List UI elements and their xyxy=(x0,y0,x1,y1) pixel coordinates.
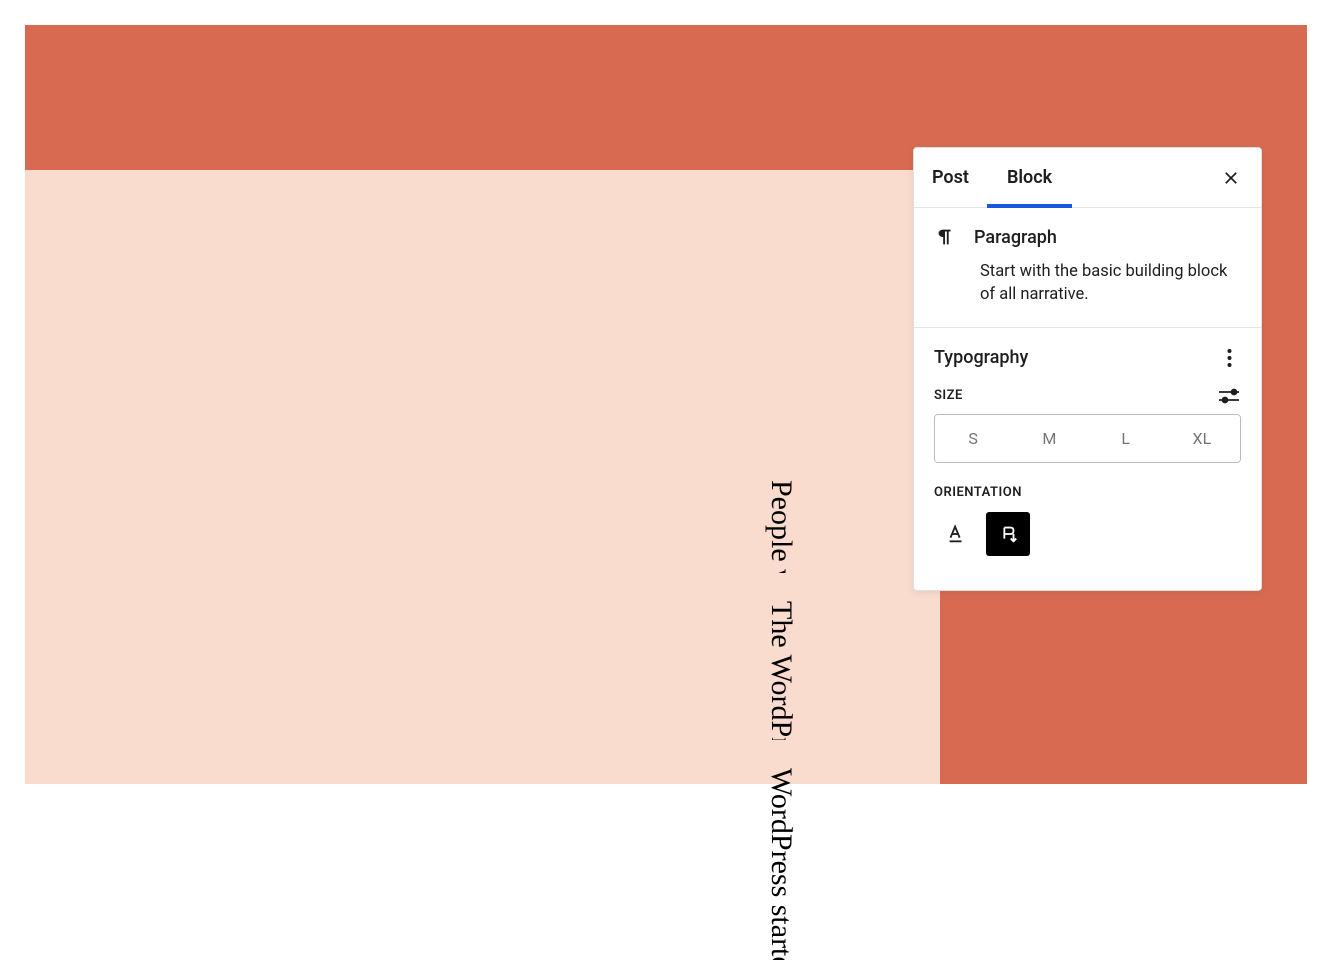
more-vertical-icon xyxy=(1227,349,1232,367)
size-m-button[interactable]: M xyxy=(1011,415,1087,462)
tab-label: Post xyxy=(932,167,969,188)
text-horizontal-icon xyxy=(945,523,967,545)
orientation-button-group xyxy=(934,512,1241,556)
settings-tabs: Post Block xyxy=(914,148,1261,208)
sliders-icon xyxy=(1217,388,1241,404)
paragraph-text[interactable]: People with a limited te customize it in… xyxy=(100,480,800,573)
size-l-button[interactable]: L xyxy=(1088,415,1164,462)
size-button-group: S M L XL xyxy=(934,414,1241,463)
tab-block[interactable]: Block xyxy=(987,148,1072,207)
orientation-label: ORIENTATION xyxy=(934,485,1241,500)
block-info-section: Paragraph Start with the basic building … xyxy=(914,208,1261,328)
typography-title: Typography xyxy=(934,347,1028,368)
typography-section: Typography SIZE xyxy=(914,328,1261,576)
typography-more-button[interactable] xyxy=(1217,346,1241,370)
size-label: SIZE xyxy=(934,388,963,403)
tab-label: Block xyxy=(1007,167,1052,188)
text-vertical-icon xyxy=(997,523,1019,545)
size-s-button[interactable]: S xyxy=(935,415,1011,462)
tab-post[interactable]: Post xyxy=(932,148,987,207)
orientation-horizontal-button[interactable] xyxy=(934,512,978,556)
size-header-row: SIZE xyxy=(934,388,1241,404)
editor-canvas-background: WordPress started in 20 for an elegant, … xyxy=(25,25,1307,784)
vertical-paragraph-block[interactable]: WordPress started in 20 for an elegant, … xyxy=(100,480,800,960)
paragraph-icon xyxy=(934,226,956,248)
block-description: Start with the basic building block of a… xyxy=(980,260,1241,307)
close-panel-button[interactable] xyxy=(1219,166,1243,190)
editor-content-area[interactable]: WordPress started in 20 for an elegant, … xyxy=(25,170,940,784)
close-icon xyxy=(1222,169,1240,187)
paragraph-text[interactable]: The WordPress open so enthusiastic devel… xyxy=(100,601,800,741)
typography-header: Typography xyxy=(934,346,1241,370)
block-settings-panel: Post Block Paragraph Start with the basi… xyxy=(913,147,1262,591)
size-xl-button[interactable]: XL xyxy=(1164,415,1240,462)
block-title: Paragraph xyxy=(974,227,1057,248)
paragraph-text[interactable]: WordPress started in 20 for an elegant, … xyxy=(100,768,800,960)
orientation-vertical-button[interactable] xyxy=(986,512,1030,556)
custom-size-button[interactable] xyxy=(1217,388,1241,404)
block-info-header: Paragraph xyxy=(934,226,1241,248)
